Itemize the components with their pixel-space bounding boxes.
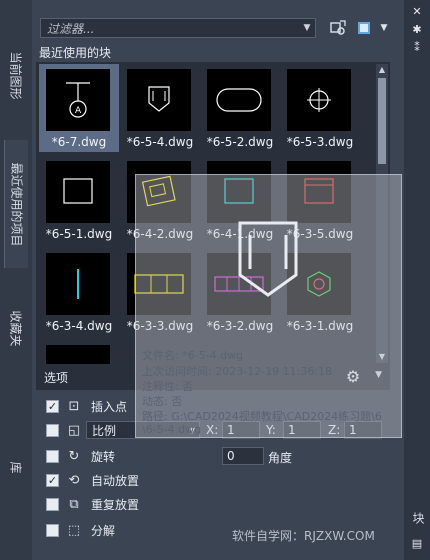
block-tooltip: 文件名: *6-5-4.dwg 上次访问时间: 2023-12-19 11:36… — [135, 174, 402, 438]
block-thumb-label: *6-5-3.dwg — [286, 135, 354, 149]
block-preview — [46, 161, 110, 223]
tooltip-dynamic: 动态: 否 — [142, 395, 183, 408]
tooltip-path-cont: \6-5-4.dwg — [142, 423, 202, 436]
rotate-checkbox[interactable] — [46, 449, 59, 463]
scale-icon: ◱ — [67, 422, 81, 438]
close-icon[interactable]: ✕ — [409, 4, 425, 20]
rotate-label: 旋转 — [91, 449, 116, 464]
auto-place-icon: ⟲ — [68, 472, 80, 488]
block-thumb[interactable]: *6-5-4.dwg — [120, 64, 200, 152]
insert-point-icon: ⊡ — [68, 398, 80, 414]
angle-label: 角度 — [268, 451, 293, 465]
option-rotate[interactable]: ↻ 旋转 — [46, 446, 115, 466]
auto-place-label: 自动放置 — [91, 473, 140, 488]
block-thumb[interactable]: *6-5-1.dwg — [39, 156, 119, 244]
block-thumb-label: *6-5-1.dwg — [45, 227, 113, 241]
explode-label: 分解 — [91, 523, 116, 538]
block-thumb-label: *6-7.dwg — [51, 135, 107, 149]
block-preview — [46, 253, 110, 315]
insert-point-checkbox[interactable]: ✓ — [46, 399, 59, 413]
block-preview — [127, 69, 191, 131]
block-thumb[interactable]: A *6-7.dwg — [39, 64, 119, 152]
tooltip-annotative: 注释性: 否 — [142, 380, 194, 393]
scrollbar-thumb[interactable] — [378, 78, 386, 164]
option-repeat-place[interactable]: ⧉ 重复放置 — [46, 494, 139, 514]
palette-title: 块 — [411, 512, 425, 524]
tooltip-preview — [208, 183, 328, 303]
tab-recent-items[interactable]: 最近使用的项目 — [4, 140, 28, 268]
repeat-place-checkbox[interactable] — [46, 497, 59, 511]
angle-input[interactable]: 0 — [222, 447, 264, 465]
block-thumb[interactable]: *6-5-3.dwg — [280, 64, 360, 152]
rotate-icon: ↻ — [68, 448, 80, 464]
tab-library[interactable]: 库 — [4, 452, 28, 482]
repeat-place-icon: ⧉ — [69, 496, 79, 512]
insert-point-label: 插入点 — [91, 399, 128, 414]
right-strip: ✕ ✱ ⁑ 块 ▤ — [404, 0, 430, 560]
watermark: 软件自学网：RJZXW.COM — [232, 529, 375, 543]
block-preview — [207, 69, 271, 131]
thumbnail-view-icon[interactable] — [354, 18, 374, 38]
scale-checkbox[interactable] — [46, 423, 59, 437]
explode-checkbox[interactable] — [46, 523, 59, 537]
block-preview: A — [46, 69, 110, 131]
block-preview — [287, 69, 351, 131]
browse-blocks-icon[interactable] — [328, 18, 348, 38]
filter-dropdown[interactable]: 过滤器... ▼ — [40, 18, 316, 38]
option-explode[interactable]: ⬚ 分解 — [46, 520, 115, 540]
view-options-chevron-icon[interactable]: ▼ — [374, 18, 394, 38]
block-thumb[interactable] — [39, 340, 119, 365]
block-thumb-label: *6-3-4.dwg — [45, 319, 113, 333]
explode-icon: ⬚ — [67, 522, 81, 538]
block-preview — [46, 345, 110, 365]
tooltip-last-access: 上次访问时间: 2023-12-19 11:36:18 — [142, 365, 333, 378]
block-thumb-label: *6-5-2.dwg — [206, 135, 274, 149]
pin-icon[interactable]: ✱ — [409, 22, 425, 38]
tab-favorites[interactable]: 收藏夹 — [4, 298, 28, 358]
auto-place-checkbox[interactable]: ✓ — [46, 473, 59, 487]
tooltip-file-name: 文件名: *6-5-4.dwg — [142, 349, 244, 362]
left-tab-strip: 当前图形 最近使用的项目 收藏夹 库 — [0, 0, 32, 560]
palette-menu-icon[interactable]: ▤ — [409, 536, 425, 552]
chevron-down-icon[interactable]: ▼ — [299, 23, 315, 33]
properties-icon[interactable]: ⁑ — [409, 40, 425, 56]
svg-text:A: A — [75, 106, 82, 116]
option-scale[interactable]: ◱ — [46, 420, 83, 440]
option-auto-place[interactable]: ✓ ⟲ 自动放置 — [46, 470, 139, 490]
option-insert-point[interactable]: ✓ ⊡ 插入点 — [46, 396, 127, 416]
filter-placeholder: 过滤器... — [47, 21, 95, 36]
block-thumb[interactable]: *6-3-4.dwg — [39, 248, 119, 336]
options-title: 选项 — [44, 370, 69, 385]
repeat-place-label: 重复放置 — [91, 497, 140, 512]
tab-current-drawing[interactable]: 当前图形 — [4, 38, 28, 112]
scroll-up-icon[interactable]: ▲ — [376, 64, 388, 76]
block-thumb[interactable]: *6-5-2.dwg — [200, 64, 280, 152]
block-thumb-label: *6-5-4.dwg — [126, 135, 194, 149]
tooltip-path: 路径: G:\CAD2024视频教程\CAD2024练习题\6 — [142, 410, 382, 423]
section-title: 最近使用的块 — [39, 46, 112, 60]
